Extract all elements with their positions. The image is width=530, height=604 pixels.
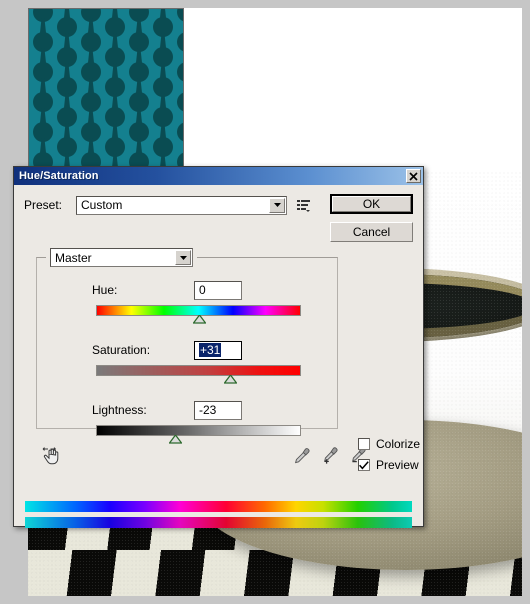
- slider-thumb-icon: [224, 375, 238, 384]
- hue-track-wrap[interactable]: [96, 305, 301, 324]
- keyhole-head: [28, 17, 29, 37]
- eyedropper-glyph: [294, 448, 310, 464]
- checkbox-column: Colorize Preview: [358, 435, 448, 477]
- workspace-right-gutter: [522, 0, 530, 604]
- dialog-body: Preset: Custom OK Cancel Master Hue: 0 S…: [14, 185, 423, 528]
- hue-slider-group: Hue: 0: [44, 280, 334, 324]
- dialog-title: Hue/Saturation: [19, 170, 99, 182]
- saturation-track[interactable]: [96, 365, 301, 376]
- teal-keyhole-pattern-swatch: [28, 8, 184, 168]
- keyhole-motif: [150, 137, 176, 168]
- workspace-top-gutter: [0, 0, 530, 8]
- lightness-value: -23: [199, 403, 217, 417]
- keyhole-motif: [102, 137, 128, 168]
- hue-label: Hue:: [92, 283, 118, 297]
- keyhole-head: [177, 122, 184, 142]
- keyhole-head: [28, 107, 29, 127]
- dialog-bottom-row: Colorize Preview: [36, 435, 420, 475]
- preset-select[interactable]: Custom: [76, 195, 287, 215]
- close-button[interactable]: [406, 169, 421, 183]
- cancel-button-label: Cancel: [352, 225, 391, 239]
- colorize-label: Colorize: [376, 437, 421, 451]
- dialog-button-column: OK Cancel: [330, 194, 413, 250]
- keyhole-head: [177, 32, 184, 52]
- on-image-adjustment-hand-icon[interactable]: [42, 446, 62, 466]
- spectrum-bar-input: [25, 501, 412, 512]
- colorize-checkbox[interactable]: [358, 438, 370, 450]
- keyhole-head: [177, 62, 184, 82]
- keyhole-head: [177, 8, 184, 22]
- eyedropper-icon[interactable]: [293, 447, 311, 465]
- preview-label: Preview: [376, 458, 419, 472]
- chevron-down-icon: [273, 203, 281, 207]
- saturation-slider-thumb[interactable]: [224, 375, 238, 384]
- eyedropper-add-icon[interactable]: [321, 447, 339, 465]
- hue-value-field[interactable]: 0: [194, 280, 242, 300]
- cancel-button[interactable]: Cancel: [330, 222, 413, 242]
- lightness-label: Lightness:: [92, 403, 147, 417]
- keyhole-head: [28, 77, 29, 97]
- hue-value: 0: [199, 283, 206, 297]
- preset-selected-value: Custom: [81, 198, 123, 212]
- preview-checkbox[interactable]: [358, 459, 370, 471]
- close-icon: [409, 171, 418, 181]
- preset-label: Preset:: [24, 198, 63, 212]
- workspace-bottom-gutter: [0, 596, 530, 604]
- lightness-value-field[interactable]: -23: [194, 400, 242, 420]
- channel-selected-value: Master: [55, 250, 92, 265]
- saturation-value-field[interactable]: +31: [194, 340, 242, 360]
- preset-options-menu-icon[interactable]: [295, 197, 313, 213]
- flyout-menu-icon: [297, 199, 310, 212]
- keyhole-head: [28, 47, 29, 67]
- keyhole-head: [177, 92, 184, 112]
- ok-button[interactable]: OK: [330, 194, 413, 214]
- saturation-value: +31: [199, 343, 222, 357]
- channel-select[interactable]: Master: [50, 248, 193, 267]
- eyedropper-plus-glyph: [324, 447, 338, 464]
- saturation-track-wrap[interactable]: [96, 365, 301, 384]
- dialog-titlebar[interactable]: Hue/Saturation: [14, 167, 423, 185]
- checkmark-icon: [359, 460, 369, 470]
- ok-button-label: OK: [362, 197, 381, 211]
- saturation-row: Saturation: +31: [44, 340, 334, 360]
- keyhole-motif: [54, 137, 80, 168]
- saturation-slider-group: Saturation: +31: [44, 340, 334, 384]
- color-spectrum-bars: [25, 501, 412, 528]
- hue-row: Hue: 0: [44, 280, 334, 300]
- hue-saturation-dialog: Hue/Saturation Preset: Custom OK Cancel …: [13, 166, 424, 528]
- spectrum-bar-output: [25, 517, 412, 528]
- chevron-down-icon: [179, 255, 187, 260]
- preset-dropdown-arrow[interactable]: [269, 197, 285, 213]
- keyhole-head: [28, 137, 29, 157]
- preview-checkbox-row[interactable]: Preview: [358, 456, 448, 474]
- channel-dropdown-arrow[interactable]: [175, 250, 191, 265]
- colorize-checkbox-row[interactable]: Colorize: [358, 435, 448, 453]
- hue-slider-thumb[interactable]: [192, 315, 206, 324]
- slider-thumb-icon: [192, 315, 206, 324]
- lightness-row: Lightness: -23: [44, 400, 334, 420]
- saturation-label: Saturation:: [92, 343, 151, 357]
- scrubby-hand-icon: [42, 447, 59, 465]
